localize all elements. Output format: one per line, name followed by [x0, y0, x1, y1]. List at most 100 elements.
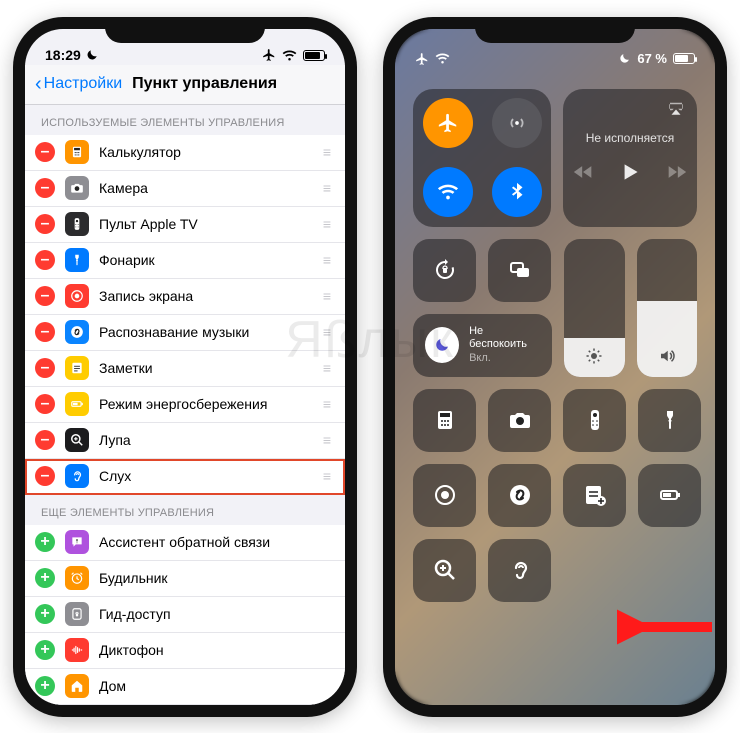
- low-power-tile[interactable]: [638, 464, 701, 527]
- volume-slider[interactable]: [637, 239, 697, 377]
- wifi-icon: [282, 48, 297, 63]
- remove-button[interactable]: –: [35, 286, 55, 306]
- guided-access-icon: [65, 602, 89, 626]
- calculator-tile[interactable]: [413, 389, 476, 452]
- control-row: –Калькулятор≡: [25, 135, 345, 171]
- flashlight-tile[interactable]: [638, 389, 701, 452]
- remove-button[interactable]: –: [35, 142, 55, 162]
- nav-bar: ‹ Настройки Пункт управления: [25, 65, 345, 105]
- battery-icon: [303, 50, 325, 61]
- included-list: –Калькулятор≡–Камера≡–Пульт Apple TV≡–Фо…: [25, 135, 345, 495]
- calculator-icon: [65, 140, 89, 164]
- voice-memo-icon: [65, 638, 89, 662]
- add-button[interactable]: +: [35, 676, 55, 696]
- screen-record-tile[interactable]: [413, 464, 476, 527]
- dnd-icon: [425, 327, 459, 363]
- control-row: + Дом: [25, 669, 345, 705]
- focus-state: Вкл.: [469, 352, 540, 365]
- hearing-icon: [65, 464, 89, 488]
- drag-handle-icon[interactable]: ≡: [323, 144, 333, 160]
- home-icon: [65, 674, 89, 698]
- drag-handle-icon[interactable]: ≡: [323, 324, 333, 340]
- airplane-icon: [415, 52, 429, 66]
- rotation-lock-button[interactable]: [413, 239, 476, 302]
- remove-button[interactable]: –: [35, 214, 55, 234]
- control-row: +Будильник: [25, 561, 345, 597]
- shazam-icon: [65, 320, 89, 344]
- appletv-remote-tile[interactable]: [563, 389, 626, 452]
- control-row: – Камера ≡: [25, 171, 345, 207]
- phone-right: 67 % Не исполняется: [383, 17, 727, 717]
- control-row: –Заметки≡: [25, 351, 345, 387]
- arrow-annotation: [617, 607, 717, 647]
- media-title: Не исполняется: [573, 131, 687, 145]
- notch: [475, 17, 635, 43]
- notes-tile[interactable]: [563, 464, 626, 527]
- control-row: –Лупа≡: [25, 423, 345, 459]
- drag-handle-icon[interactable]: ≡: [323, 396, 333, 412]
- camera-tile[interactable]: [488, 389, 551, 452]
- next-track-icon[interactable]: [667, 162, 687, 182]
- drag-handle-icon[interactable]: ≡: [323, 216, 333, 232]
- moon-icon: [85, 48, 99, 62]
- back-button[interactable]: ‹ Настройки: [35, 74, 122, 94]
- add-button[interactable]: +: [35, 604, 55, 624]
- focus-title: Не беспокоить: [469, 325, 540, 351]
- volume-icon: [658, 347, 676, 365]
- row-label: Диктофон: [99, 642, 333, 658]
- airplane-icon: [262, 48, 276, 62]
- more-list: + Ассистент обратной связи +Будильник+Гид-…: [25, 525, 345, 705]
- brightness-slider[interactable]: [564, 239, 624, 377]
- row-label: Распознавание музыки: [99, 324, 313, 340]
- row-label: Камера: [99, 180, 313, 196]
- control-row: – Пульт Apple TV ≡: [25, 207, 345, 243]
- add-button[interactable]: +: [35, 640, 55, 660]
- row-label: Слух: [99, 468, 313, 484]
- remove-button[interactable]: –: [35, 358, 55, 378]
- airplane-toggle[interactable]: [423, 98, 473, 148]
- magnifier-tile[interactable]: [413, 539, 476, 602]
- control-row: –Режим энергосбережения≡: [25, 387, 345, 423]
- row-label: Пульт Apple TV: [99, 216, 313, 232]
- wifi-toggle[interactable]: [423, 167, 473, 217]
- row-label: Дом: [99, 678, 333, 694]
- hearing-tile[interactable]: [488, 539, 551, 602]
- drag-handle-icon[interactable]: ≡: [323, 288, 333, 304]
- tile-grid: [413, 389, 697, 602]
- remove-button[interactable]: –: [35, 394, 55, 414]
- moon-icon: [618, 52, 631, 65]
- play-icon[interactable]: [617, 159, 643, 185]
- camera-icon: [65, 176, 89, 200]
- remove-button[interactable]: –: [35, 322, 55, 342]
- row-label: Ассистент обратной связи: [99, 534, 333, 550]
- drag-handle-icon[interactable]: ≡: [323, 432, 333, 448]
- phone-left: 18:29 ‹ Настройки Пункт управления ИСПОЛ…: [13, 17, 357, 717]
- focus-panel[interactable]: Не беспокоить Вкл.: [413, 314, 552, 377]
- cellular-toggle[interactable]: [492, 98, 542, 148]
- add-button[interactable]: +: [35, 568, 55, 588]
- remove-button[interactable]: –: [35, 430, 55, 450]
- add-button[interactable]: +: [35, 532, 55, 552]
- wifi-icon: [435, 51, 450, 66]
- control-row: +Гид-доступ: [25, 597, 345, 633]
- drag-handle-icon[interactable]: ≡: [323, 468, 333, 484]
- drag-handle-icon[interactable]: ≡: [323, 180, 333, 196]
- drag-handle-icon[interactable]: ≡: [323, 252, 333, 268]
- remove-button[interactable]: –: [35, 466, 55, 486]
- feedback-icon: [65, 530, 89, 554]
- remove-button[interactable]: –: [35, 250, 55, 270]
- control-row: + Ассистент обратной связи: [25, 525, 345, 561]
- chevron-left-icon: ‹: [35, 74, 42, 94]
- connectivity-panel: [413, 89, 551, 227]
- shazam-tile[interactable]: [488, 464, 551, 527]
- screen-mirroring-button[interactable]: [488, 239, 551, 302]
- battery-percent: 67 %: [637, 51, 667, 66]
- control-row: – Распознавание музыки ≡: [25, 315, 345, 351]
- prev-track-icon[interactable]: [573, 162, 593, 182]
- page-title: Пункт управления: [132, 75, 277, 93]
- remove-button[interactable]: –: [35, 178, 55, 198]
- airplay-icon[interactable]: [667, 99, 685, 117]
- media-panel[interactable]: Не исполняется: [563, 89, 697, 227]
- bluetooth-toggle[interactable]: [492, 167, 542, 217]
- drag-handle-icon[interactable]: ≡: [323, 360, 333, 376]
